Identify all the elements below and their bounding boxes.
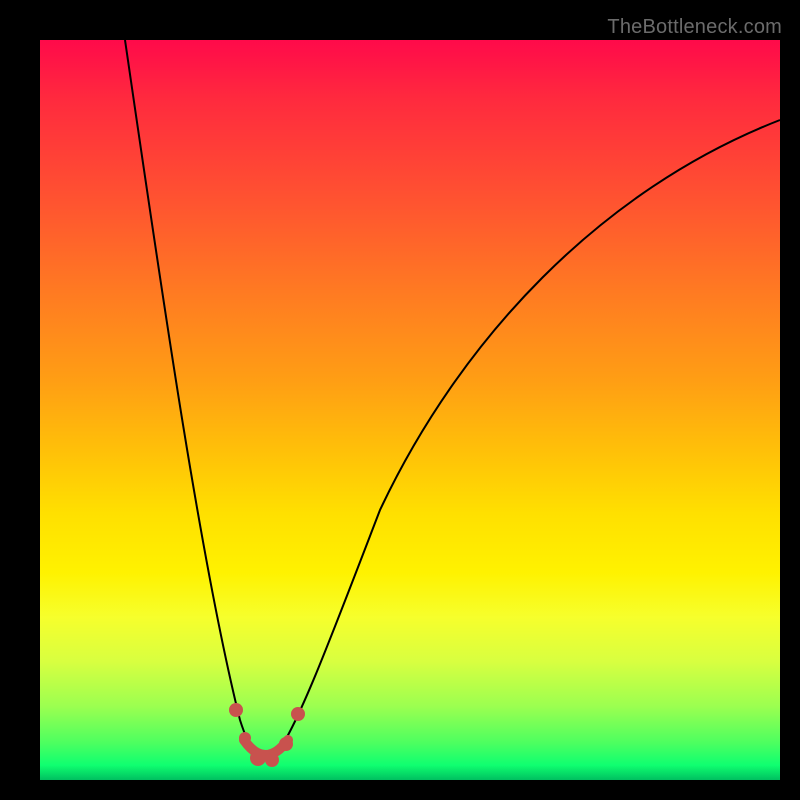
marker-dot (279, 737, 293, 751)
bottleneck-curve (125, 40, 780, 759)
marker-dot (229, 703, 243, 717)
watermark-text: TheBottleneck.com (607, 16, 782, 39)
plot-area (40, 40, 780, 780)
marker-dot (250, 750, 266, 766)
marker-dot (239, 732, 251, 744)
marker-dot (291, 707, 305, 721)
marker-dot (265, 753, 279, 767)
curve-layer (40, 40, 780, 780)
chart-frame: TheBottleneck.com (0, 0, 800, 800)
